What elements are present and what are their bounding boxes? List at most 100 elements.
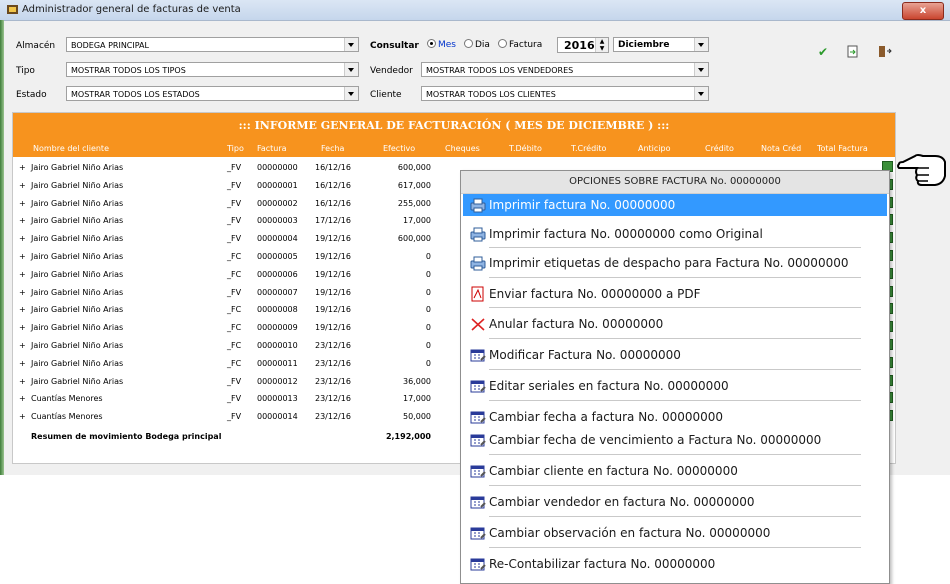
menu-item[interactable]: Imprimir etiquetas de despacho para Fact… <box>463 252 887 274</box>
menu-separator <box>489 547 861 548</box>
cell-factura: 00000006 <box>257 269 298 279</box>
cell-factura: 00000003 <box>257 216 298 226</box>
export-icon[interactable] <box>846 45 860 59</box>
calendar-edit-icon <box>470 558 486 571</box>
close-button[interactable]: x <box>902 2 944 20</box>
menu-item[interactable]: Editar seriales en factura No. 00000000 <box>463 375 887 397</box>
chevron-down-icon[interactable] <box>344 38 358 51</box>
menu-item[interactable]: Imprimir factura No. 00000000 <box>463 194 887 216</box>
radio-factura-label: Factura <box>509 40 543 50</box>
cell-prefix: + <box>19 163 26 172</box>
exit-door-icon[interactable] <box>878 45 892 59</box>
menu-item[interactable]: Re-Contabilizar factura No. 00000000 <box>463 553 887 575</box>
menu-item[interactable]: Enviar factura No. 00000000 a PDF <box>463 283 887 305</box>
cell-fecha: 23/12/16 <box>315 394 351 404</box>
window-title: Administrador general de facturas de ven… <box>22 4 241 15</box>
tipo-label: Tipo <box>16 66 35 76</box>
col-header: Total Factura <box>817 144 868 153</box>
cell-prefix: + <box>19 180 26 190</box>
menu-item[interactable]: Cambiar fecha a factura No. 00000000 <box>463 406 887 428</box>
estado-label: Estado <box>16 90 47 100</box>
spinner-arrows-icon[interactable]: ▲ ▼ <box>595 38 608 52</box>
vendedor-value: MOSTRAR TODOS LOS VENDEDORES <box>426 66 574 75</box>
col-header: Fecha <box>321 144 345 153</box>
cell-fecha: 23/12/16 <box>315 412 351 422</box>
col-header: Cheques <box>445 144 480 153</box>
cell-factura: 00000009 <box>257 323 298 333</box>
cell-fecha: 23/12/16 <box>315 358 351 368</box>
cell-fecha: 16/12/16 <box>315 180 351 190</box>
cell-fecha: 19/12/16 <box>315 269 351 279</box>
estado-select[interactable]: MOSTRAR TODOS LOS ESTADOS <box>66 86 359 101</box>
chevron-down-icon[interactable] <box>694 38 708 51</box>
radio-mes[interactable]: Mes <box>427 39 456 50</box>
menu-item[interactable]: Cambiar vendedor en factura No. 00000000 <box>463 491 887 513</box>
cell-name: Jairo Gabriel Niño Arias <box>31 376 124 386</box>
calendar-edit-icon <box>470 411 486 424</box>
cell-name: Jairo Gabriel Niño Arias <box>31 323 124 333</box>
menu-item[interactable]: Imprimir factura No. 00000000 como Origi… <box>463 223 887 245</box>
cliente-value: MOSTRAR TODOS LOS CLIENTES <box>426 90 556 99</box>
menu-item[interactable]: Cambiar cliente en factura No. 00000000 <box>463 460 887 482</box>
context-menu-header: OPCIONES SOBRE FACTURA No. 00000000 <box>461 171 889 194</box>
cell-efectivo: 50,000 <box>403 412 431 422</box>
cell-name: Cuantías Menores <box>31 412 103 422</box>
menu-item-label: Enviar factura No. 00000000 a PDF <box>489 287 701 301</box>
radio-dia-label: Dia <box>475 40 490 50</box>
summary-total: 2,192,000 <box>385 432 431 441</box>
cell-tipo: _FV <box>227 180 242 190</box>
cell-factura: 00000014 <box>257 412 298 422</box>
month-select[interactable]: Diciembre <box>613 37 709 52</box>
chevron-down-icon[interactable] <box>344 63 358 76</box>
cell-fecha: 19/12/16 <box>315 287 351 297</box>
pdf-icon <box>471 286 484 302</box>
cell-efectivo: 600,000 <box>397 163 431 172</box>
cell-efectivo: 17,000 <box>403 216 431 226</box>
cell-tipo: _FC <box>227 323 242 333</box>
vendedor-label: Vendedor <box>370 66 413 76</box>
menu-separator <box>489 454 861 455</box>
cell-prefix: + <box>19 358 26 368</box>
menu-item[interactable]: Cambiar fecha de vencimiento a Factura N… <box>463 429 887 451</box>
cell-prefix: + <box>19 252 26 261</box>
calendar-edit-icon <box>470 527 486 540</box>
almacen-value: BODEGA PRINCIPAL <box>71 41 149 50</box>
vendedor-select[interactable]: MOSTRAR TODOS LOS VENDEDORES <box>421 62 709 77</box>
cliente-select[interactable]: MOSTRAR TODOS LOS CLIENTES <box>421 86 709 101</box>
menu-item[interactable]: Cambiar observación en factura No. 00000… <box>463 522 887 544</box>
cell-tipo: _FV <box>227 163 242 172</box>
cell-name: Jairo Gabriel Niño Arias <box>31 198 124 208</box>
menu-item-label: Imprimir etiquetas de despacho para Fact… <box>489 256 849 270</box>
col-header: Nombre del cliente <box>33 144 109 153</box>
radio-dia[interactable]: Dia <box>464 39 490 50</box>
chevron-down-icon[interactable] <box>344 87 358 100</box>
printer-icon <box>470 198 486 213</box>
col-header: Crédito <box>705 144 734 153</box>
tipo-select[interactable]: MOSTRAR TODOS LOS TIPOS <box>66 62 359 77</box>
cell-tipo: _FC <box>227 252 242 261</box>
cell-fecha: 23/12/16 <box>315 341 351 350</box>
cell-name: Jairo Gabriel Niño Arias <box>31 234 124 244</box>
cell-tipo: _FV <box>227 394 242 404</box>
almacen-select[interactable]: BODEGA PRINCIPAL <box>66 37 359 52</box>
radio-factura[interactable]: Factura <box>498 39 543 50</box>
context-menu: OPCIONES SOBRE FACTURA No. 00000000 Impr… <box>460 170 890 584</box>
cell-fecha: 23/12/16 <box>315 376 351 386</box>
cell-name: Jairo Gabriel Niño Arias <box>31 216 124 226</box>
cliente-label: Cliente <box>370 90 402 100</box>
chevron-down-icon[interactable] <box>694 87 708 100</box>
cell-efectivo: 36,000 <box>403 376 431 386</box>
radio-mes-label: Mes <box>438 40 456 50</box>
almacen-label: Almacén <box>16 41 56 51</box>
cell-prefix: + <box>19 269 26 279</box>
col-header: T.Crédito <box>571 144 607 153</box>
chevron-down-icon[interactable] <box>694 63 708 76</box>
year-spinner[interactable]: 2016 ▲ ▼ <box>557 37 609 53</box>
check-icon[interactable]: ✔ <box>816 45 830 59</box>
calendar-edit-icon <box>470 349 486 362</box>
cell-fecha: 19/12/16 <box>315 323 351 333</box>
menu-item[interactable]: Modificar Factura No. 00000000 <box>463 344 887 366</box>
menu-separator <box>489 516 861 517</box>
menu-item[interactable]: Anular factura No. 00000000 <box>463 313 887 335</box>
col-header: Efectivo <box>383 144 416 153</box>
